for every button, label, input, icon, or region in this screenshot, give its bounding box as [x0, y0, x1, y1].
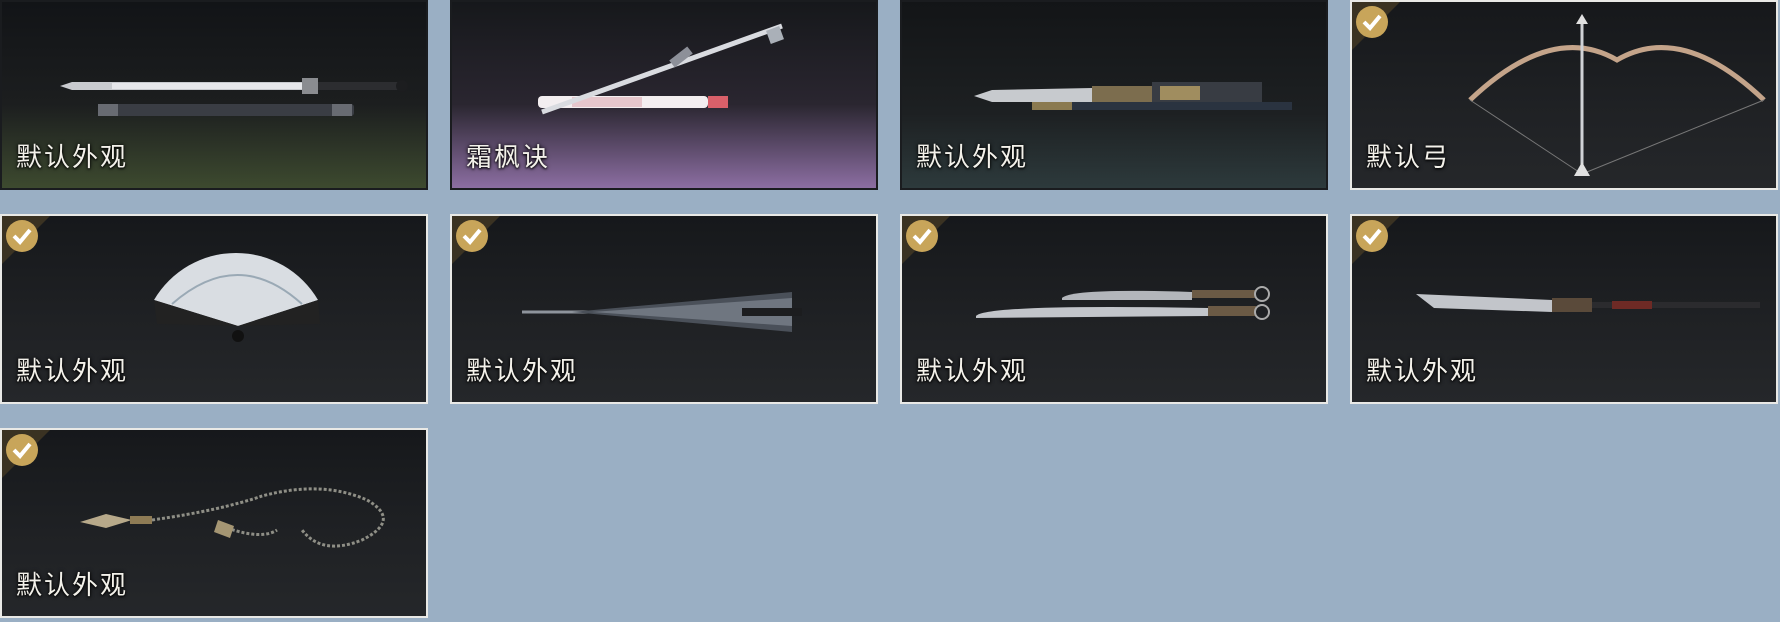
skin-card[interactable]: 默认外观: [450, 214, 878, 404]
skin-name: 霜枫诀: [466, 143, 551, 173]
skin-card[interactable]: 默认外观: [1350, 214, 1778, 404]
skin-card[interactable]: 默认外观: [0, 0, 428, 190]
skin-name: 默认外观: [466, 357, 579, 387]
skin-card[interactable]: 默认外观: [900, 0, 1328, 190]
skin-name: 默认外观: [916, 357, 1029, 387]
skin-name: 默认弓: [1366, 143, 1451, 173]
skin-name: 默认外观: [1366, 357, 1479, 387]
skin-name: 默认外观: [916, 143, 1029, 173]
skin-card[interactable]: 默认外观: [0, 214, 428, 404]
skin-card[interactable]: 默认外观: [900, 214, 1328, 404]
skin-name: 默认外观: [16, 357, 129, 387]
skin-name: 默认外观: [16, 143, 129, 173]
skin-card[interactable]: 默认外观: [0, 428, 428, 618]
skin-card[interactable]: 默认弓: [1350, 0, 1778, 190]
skin-grid: 默认外观 霜枫诀 默认外观 默认弓 默认外观 默认外观 默认外观 默认外观 默认…: [0, 0, 1780, 622]
skin-card[interactable]: 霜枫诀: [450, 0, 878, 190]
skin-name: 默认外观: [16, 571, 129, 601]
